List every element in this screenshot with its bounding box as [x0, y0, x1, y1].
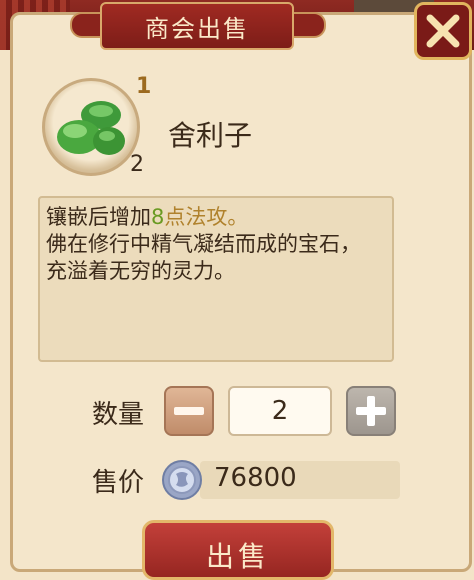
item-count: 2 — [130, 152, 144, 177]
silver-coin-icon — [162, 460, 202, 500]
close-button[interactable] — [414, 2, 472, 60]
sell-button[interactable]: 出售 — [142, 520, 334, 580]
plus-icon — [356, 396, 386, 426]
description-effect-suffix: 点法攻。 — [164, 205, 249, 229]
item-slot[interactable] — [42, 78, 140, 176]
quantity-label: 数量 — [92, 400, 145, 430]
sell-button-label: 出售 — [205, 540, 270, 573]
dialog-title-banner: 商会出售 — [100, 2, 294, 50]
decrease-quantity-button[interactable] — [164, 386, 214, 436]
price-value: 76800 — [214, 463, 297, 493]
price-label: 售价 — [92, 468, 145, 498]
description-line-1: 镶嵌后增加8点法攻。 — [46, 204, 386, 231]
minus-icon — [174, 407, 204, 415]
increase-quantity-button[interactable] — [346, 386, 396, 436]
item-description: 镶嵌后增加8点法攻。 佛在修行中精气凝结而成的宝石， 充溢着无穷的灵力。 — [38, 196, 394, 362]
dialog-title: 商会出售 — [145, 14, 249, 43]
close-icon — [426, 14, 460, 48]
item-name: 舍利子 — [168, 119, 253, 152]
quantity-input[interactable]: 2 — [228, 386, 332, 436]
green-gem-icon — [57, 101, 125, 155]
description-line-3: 充溢着无穷的灵力。 — [46, 259, 235, 283]
description-effect-prefix: 镶嵌后增加 — [46, 205, 151, 229]
description-effect-value: 8 — [151, 205, 165, 229]
description-line-2: 佛在修行中精气凝结而成的宝石， — [46, 232, 361, 256]
item-grade: 1 — [136, 74, 152, 99]
